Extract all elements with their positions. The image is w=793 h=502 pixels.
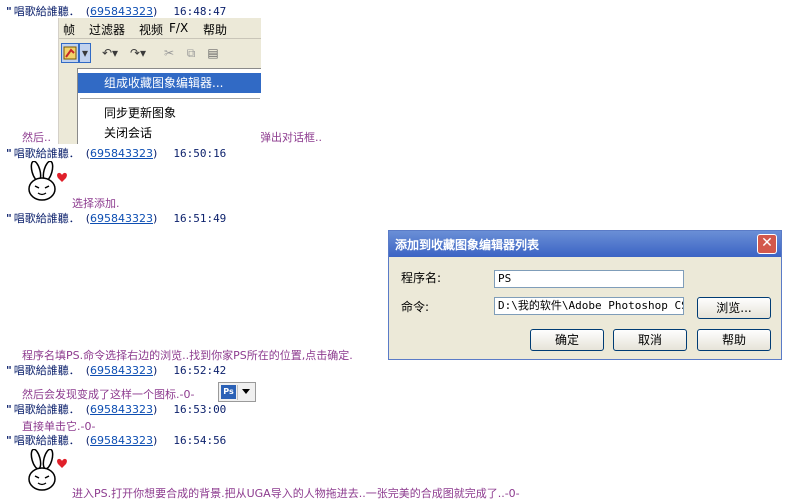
- menu-item-add-editor[interactable]: 组成收藏图象编辑器...: [78, 73, 261, 93]
- chat-entry-header: " 唱歌給誰聽． (695843323) 16:54:56: [6, 433, 226, 449]
- chat-entry-header: " 唱歌給誰聽． (695843323) 16:51:49: [6, 211, 226, 227]
- command-input[interactable]: D:\我的软件\Adobe Photoshop CS4: [494, 297, 684, 315]
- divider: [237, 385, 241, 400]
- sender-qq[interactable]: (695843323): [86, 212, 158, 225]
- menu-item-sync-image[interactable]: 同步更新图象: [78, 103, 261, 123]
- chat-message: 直接单击它.-0-: [22, 420, 96, 433]
- browse-button[interactable]: 浏览...: [697, 297, 771, 319]
- sender-nick: 唱歌給誰聽．: [13, 5, 80, 18]
- chat-message: 程序名填PS.命令选择右边的浏览..找到你家PS所在的位置,点击确定.: [22, 349, 353, 362]
- undo-icon[interactable]: ↶▾: [99, 43, 121, 63]
- sender-qq[interactable]: (695843323): [86, 5, 158, 18]
- close-icon[interactable]: ✕: [757, 234, 777, 254]
- copy-icon[interactable]: ⧉: [181, 43, 201, 63]
- left-panel-strip: [59, 66, 77, 144]
- chat-message: 然后..: [22, 131, 51, 144]
- picture-edit-icon[interactable]: [61, 43, 79, 63]
- toolbar: ▾ ↶▾ ↷▾ ✂ ⧉ ▤: [59, 40, 261, 66]
- quote-mark: ": [6, 364, 12, 377]
- add-editor-dialog: 添加到收藏图象编辑器列表 ✕ 程序名: PS 命令: D:\我的软件\Adobe…: [388, 230, 782, 360]
- quote-mark: ": [6, 434, 12, 447]
- chat-message: 进入PS.打开你想要合成的背景.把从UGA导入的人物拖进去..一张完美的合成图就…: [72, 487, 520, 500]
- sender-nick: 唱歌給誰聽．: [13, 434, 80, 447]
- chat-message: 弹出对话框..: [260, 131, 322, 144]
- timestamp: 16:53:00: [173, 403, 227, 416]
- menu-separator: [80, 98, 260, 99]
- redo-icon[interactable]: ↷▾: [127, 43, 149, 63]
- timestamp: 16:51:49: [173, 212, 227, 225]
- menu-fx[interactable]: F/X: [169, 21, 188, 35]
- chat-message: 然后会发现变成了这样一个图标.-0-: [22, 388, 195, 401]
- chat-entry-header: " 唱歌給誰聽． (695843323) 16:50:16: [6, 146, 226, 162]
- chat-message: 选择添加.: [72, 197, 120, 210]
- sender-qq[interactable]: (695843323): [86, 364, 158, 377]
- ok-button[interactable]: 确定: [530, 329, 604, 351]
- cancel-button[interactable]: 取消: [613, 329, 687, 351]
- bunny-emoticon-icon: [28, 161, 67, 201]
- editor-screenshot: 帧 过滤器 视频 F/X 帮助 ▾ ↶▾ ↷▾ ✂ ⧉ ▤ 组成收藏图象编辑器.…: [58, 18, 261, 144]
- sender-qq[interactable]: (695843323): [86, 147, 158, 160]
- quote-mark: ": [6, 147, 12, 160]
- menu-filter[interactable]: 过滤器: [89, 21, 125, 38]
- dialog-titlebar[interactable]: 添加到收藏图象编辑器列表 ✕: [389, 231, 781, 257]
- menu-bar: 帧 过滤器 视频 F/X 帮助: [59, 18, 261, 39]
- cut-icon[interactable]: ✂: [159, 43, 179, 63]
- quote-mark: ": [6, 212, 12, 225]
- dropdown-arrow-icon[interactable]: [242, 389, 250, 394]
- bunny-emoticon-icon: [28, 449, 67, 491]
- menu-video[interactable]: 视频: [139, 21, 163, 38]
- quote-mark: ": [6, 5, 12, 18]
- program-name-input[interactable]: PS: [494, 270, 684, 288]
- timestamp: 16:52:42: [173, 364, 227, 377]
- sender-qq[interactable]: (695843323): [86, 403, 158, 416]
- menu-item-close-session[interactable]: 关闭会话: [78, 123, 261, 143]
- quote-mark: ": [6, 403, 12, 416]
- menu-frame[interactable]: 帧: [63, 21, 75, 38]
- sender-nick: 唱歌給誰聽．: [13, 212, 80, 225]
- dropdown-menu: 组成收藏图象编辑器... 同步更新图象 关闭会话: [77, 68, 261, 144]
- menu-help[interactable]: 帮助: [203, 21, 227, 38]
- timestamp: 16:54:56: [173, 434, 227, 447]
- dropdown-arrow-icon[interactable]: ▾: [79, 43, 91, 63]
- paste-icon[interactable]: ▤: [203, 43, 223, 63]
- help-button[interactable]: 帮助: [697, 329, 771, 351]
- sender-nick: 唱歌給誰聽．: [13, 364, 80, 377]
- sender-qq[interactable]: (695843323): [86, 434, 158, 447]
- chat-entry-header: " 唱歌給誰聽． (695843323) 16:52:42: [6, 363, 226, 379]
- chat-entry-header: " 唱歌給誰聽． (695843323) 16:53:00: [6, 402, 226, 418]
- photoshop-icon[interactable]: Ps: [221, 385, 236, 399]
- sender-nick: 唱歌給誰聽．: [13, 147, 80, 160]
- timestamp: 16:50:16: [173, 147, 227, 160]
- ps-launcher-button[interactable]: Ps: [218, 382, 256, 402]
- timestamp: 16:48:47: [173, 5, 227, 18]
- program-name-label: 程序名:: [401, 271, 442, 285]
- dialog-title: 添加到收藏图象编辑器列表: [395, 238, 540, 252]
- command-label: 命令:: [401, 300, 430, 314]
- sender-nick: 唱歌給誰聽．: [13, 403, 80, 416]
